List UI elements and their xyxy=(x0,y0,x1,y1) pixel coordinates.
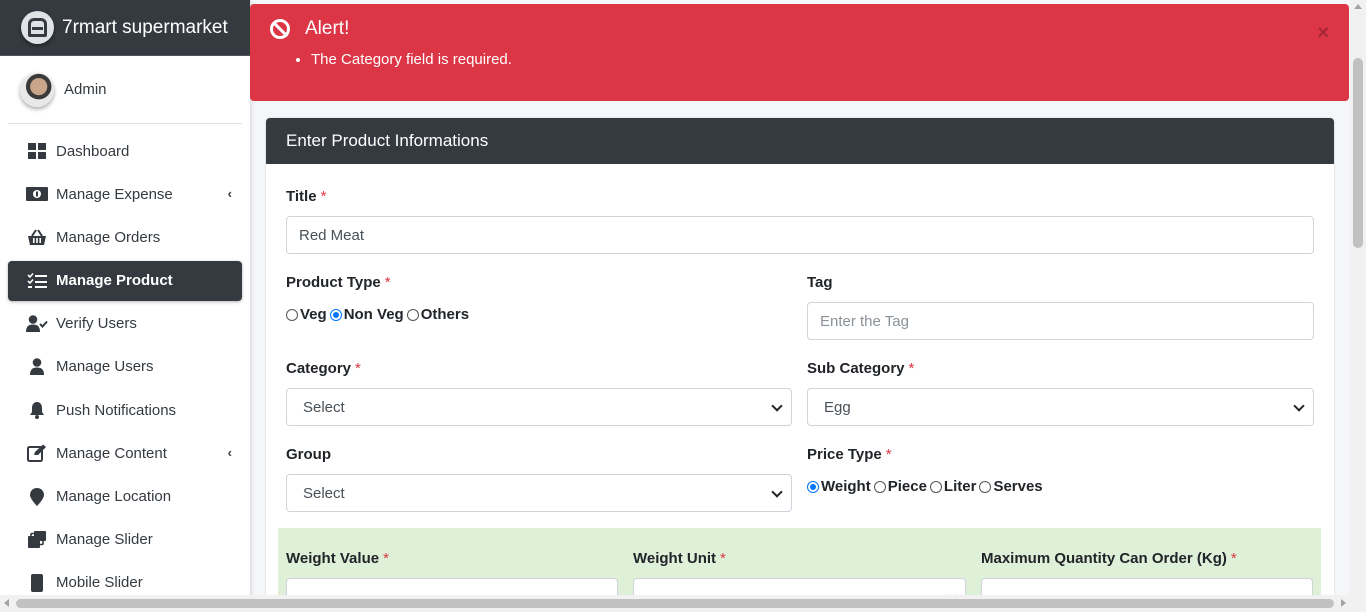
chevron-down-icon xyxy=(771,486,783,498)
bell-icon xyxy=(26,400,48,420)
price-type-radio-group: Weight Piece Liter Serves xyxy=(807,478,1046,495)
radio-non-veg[interactable]: Non Veg xyxy=(329,306,404,323)
chevron-left-icon: ‹ xyxy=(227,186,232,202)
user-name: Admin xyxy=(64,81,107,98)
chevron-down-icon xyxy=(1293,400,1305,412)
alert-message: The Category field is required. xyxy=(311,51,1329,68)
tasks-icon xyxy=(26,271,48,291)
slider-icon xyxy=(26,530,48,550)
alert-danger: Alert! The Category field is required. × xyxy=(250,4,1349,101)
scroll-up-icon[interactable] xyxy=(1354,4,1362,9)
radio-circle[interactable] xyxy=(286,308,298,321)
alert-message-list: The Category field is required. xyxy=(311,51,1329,68)
radio-circle[interactable] xyxy=(873,480,886,493)
title-label: Title * xyxy=(286,188,327,205)
radio-circle[interactable] xyxy=(807,480,819,493)
radio-circle[interactable] xyxy=(329,308,342,321)
sub-category-label: Sub Category * xyxy=(807,360,915,377)
tag-input[interactable]: Enter the Tag xyxy=(807,302,1314,340)
weight-unit-label: Weight Unit * xyxy=(633,550,726,567)
sidebar-item-manage-expense[interactable]: Manage Expense ‹ xyxy=(8,174,242,214)
radio-circle[interactable] xyxy=(406,308,419,321)
scroll-left-icon[interactable] xyxy=(4,599,9,607)
sidebar: 7rmart supermarket Admin Dashboard Manag… xyxy=(0,0,250,612)
sidebar-item-manage-content[interactable]: Manage Content ‹ xyxy=(8,433,242,473)
horizontal-scrollbar[interactable] xyxy=(0,595,1366,612)
map-marker-icon xyxy=(26,487,48,507)
edit-icon xyxy=(26,443,48,463)
brand-logo-icon xyxy=(21,11,54,44)
ban-icon xyxy=(270,19,290,39)
brand-name: 7rmart supermarket xyxy=(62,16,228,38)
title-input[interactable]: Red Meat xyxy=(286,216,1314,254)
sidebar-item-label: Push Notifications xyxy=(56,401,177,419)
sidebar-nav: Dashboard Manage Expense ‹ Manage Orders… xyxy=(8,131,242,603)
sidebar-item-label: Manage Location xyxy=(56,488,172,505)
group-select[interactable]: Select xyxy=(286,474,792,512)
radio-circle[interactable] xyxy=(979,480,992,493)
sidebar-item-verify-users[interactable]: Verify Users xyxy=(8,304,242,344)
sidebar-item-label: Manage Content xyxy=(56,444,167,462)
product-type-label: Product Type * xyxy=(286,274,391,291)
sidebar-item-dashboard[interactable]: Dashboard xyxy=(8,131,242,171)
user-icon xyxy=(26,357,48,377)
sidebar-item-label: Manage Slider xyxy=(56,531,153,549)
dashboard-icon xyxy=(26,141,48,161)
basket-icon xyxy=(26,227,48,247)
sidebar-item-manage-users[interactable]: Manage Users xyxy=(8,347,242,387)
sidebar-item-label: Manage Users xyxy=(56,358,154,376)
product-form-card: Enter Product Informations Title * Red Me… xyxy=(266,118,1334,612)
sub-category-select[interactable]: Egg xyxy=(807,388,1314,426)
user-check-icon xyxy=(26,314,48,334)
radio-others[interactable]: Others xyxy=(406,306,469,323)
radio-piece[interactable]: Piece xyxy=(873,478,927,495)
radio-circle[interactable] xyxy=(929,480,942,493)
group-label: Group xyxy=(286,446,331,463)
category-select[interactable]: Select xyxy=(286,388,792,426)
scroll-right-icon[interactable] xyxy=(1341,599,1346,607)
mobile-icon xyxy=(26,573,48,593)
radio-serves[interactable]: Serves xyxy=(979,478,1043,495)
price-type-label: Price Type * xyxy=(807,446,892,463)
main-content: Alert! The Category field is required. ×… xyxy=(250,0,1350,612)
sidebar-item-label: Dashboard xyxy=(56,142,130,160)
tag-label: Tag xyxy=(807,274,833,291)
alert-title: Alert! xyxy=(305,18,350,39)
brand-link[interactable]: 7rmart supermarket xyxy=(0,0,250,56)
sidebar-item-label: Manage Orders xyxy=(56,228,161,246)
chevron-left-icon: ‹ xyxy=(227,445,232,461)
avatar xyxy=(20,72,54,107)
sidebar-item-label: Manage Expense xyxy=(56,185,173,203)
scrollbar-thumb[interactable] xyxy=(16,599,1334,608)
product-type-radio-group: Veg Non Veg Others xyxy=(286,306,472,323)
category-label: Category * xyxy=(286,360,361,377)
radio-weight[interactable]: Weight xyxy=(807,478,871,495)
radio-veg[interactable]: Veg xyxy=(286,306,327,323)
close-icon[interactable]: × xyxy=(1317,22,1329,45)
chevron-down-icon xyxy=(771,400,783,412)
sidebar-item-manage-location[interactable]: Manage Location xyxy=(8,477,242,517)
sidebar-item-label: Mobile Slider xyxy=(56,574,143,592)
sidebar-item-label: Manage Product xyxy=(56,272,173,290)
sidebar-item-push-notifications[interactable]: Push Notifications xyxy=(8,390,242,430)
sidebar-item-manage-orders[interactable]: Manage Orders xyxy=(8,217,242,257)
user-panel[interactable]: Admin xyxy=(8,56,242,124)
weight-value-label: Weight Value * xyxy=(286,550,389,567)
sidebar-item-label: Verify Users xyxy=(56,315,137,333)
scrollbar-thumb[interactable] xyxy=(1353,58,1363,248)
card-title: Enter Product Informations xyxy=(266,118,1334,164)
sidebar-item-manage-slider[interactable]: Manage Slider xyxy=(8,520,242,560)
sidebar-item-manage-product[interactable]: Manage Product xyxy=(8,260,242,301)
max-quantity-label: Maximum Quantity Can Order (Kg) * xyxy=(981,550,1237,567)
money-icon xyxy=(26,184,48,204)
radio-liter[interactable]: Liter xyxy=(929,478,976,495)
vertical-scrollbar[interactable] xyxy=(1350,0,1366,595)
